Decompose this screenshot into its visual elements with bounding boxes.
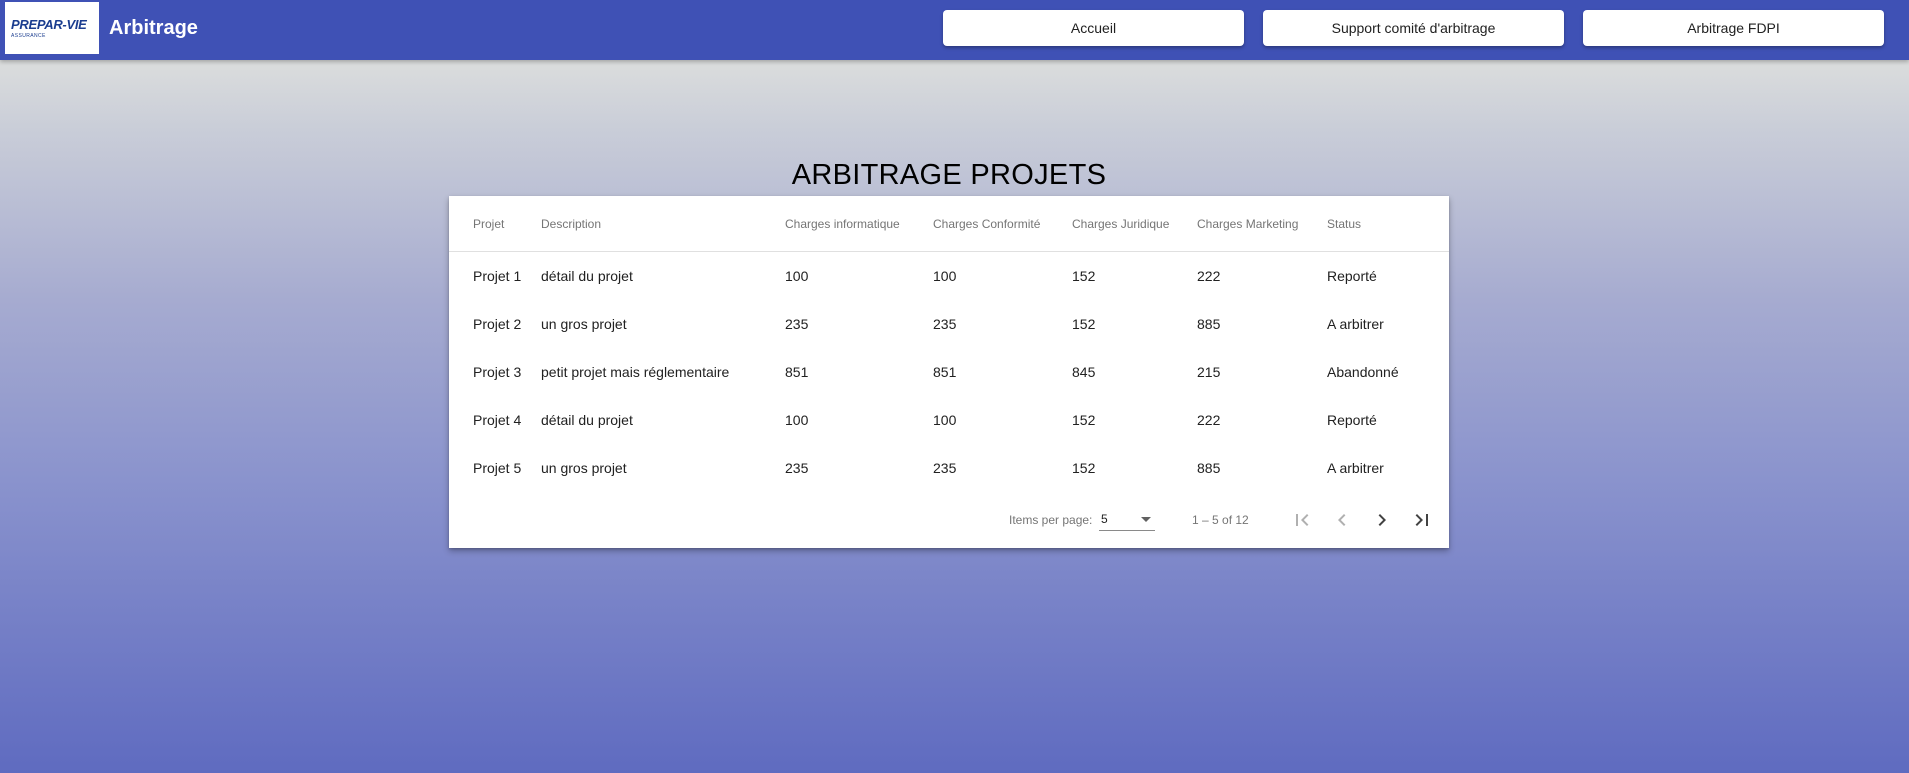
cell-charges-informatique: 851 [785, 364, 809, 380]
cell-charges-conformite: 235 [933, 460, 957, 476]
next-page-icon [1378, 514, 1386, 526]
cell-charges-juridique: 845 [1072, 364, 1096, 380]
cell-charges-conformite: 100 [933, 412, 957, 428]
cell-status: Reporté [1327, 412, 1377, 428]
column-header-description[interactable]: Description [541, 196, 601, 252]
column-header-charges-conformite[interactable]: Charges Conformité [933, 196, 1040, 252]
cell-status: Reporté [1327, 268, 1377, 284]
cell-charges-conformite: 100 [933, 268, 957, 284]
next-page-button[interactable] [1366, 504, 1398, 536]
cell-description: un gros projet [541, 460, 627, 476]
cell-charges-marketing: 222 [1197, 412, 1221, 428]
projects-table-card: Projet Description Charges informatique … [449, 196, 1449, 548]
cell-description: détail du projet [541, 268, 633, 284]
cell-projet: Projet 5 [473, 460, 522, 476]
logo-subtext: ASSURANCE [11, 32, 46, 39]
last-page-icon [1415, 514, 1428, 526]
cell-charges-conformite: 235 [933, 316, 957, 332]
table-row[interactable]: Projet 2 un gros projet 235 235 152 885 … [449, 300, 1449, 348]
column-header-projet[interactable]: Projet [473, 196, 504, 252]
page-size-value: 5 [1101, 512, 1108, 526]
table-paginator: Items per page: 5 1 – 5 of 12 [449, 492, 1449, 548]
cell-charges-juridique: 152 [1072, 268, 1096, 284]
cell-charges-juridique: 152 [1072, 460, 1096, 476]
cell-charges-marketing: 215 [1197, 364, 1221, 380]
first-page-button[interactable] [1286, 504, 1318, 536]
prepar-vie-logo: PREPAR-VIE ASSURANCE [5, 2, 99, 54]
column-header-charges-marketing[interactable]: Charges Marketing [1197, 196, 1298, 252]
cell-projet: Projet 1 [473, 268, 522, 284]
logo-text: PREPAR-VIE [11, 16, 87, 32]
cell-charges-marketing: 222 [1197, 268, 1221, 284]
nav-accueil-button[interactable]: Accueil [943, 10, 1244, 46]
previous-page-icon [1338, 514, 1346, 526]
cell-status: A arbitrer [1327, 316, 1384, 332]
app-title: Arbitrage [109, 17, 198, 39]
last-page-button[interactable] [1406, 504, 1438, 536]
items-per-page-label: Items per page: [1009, 513, 1093, 527]
nav-arbitrage-fdpi-button[interactable]: Arbitrage FDPI [1583, 10, 1884, 46]
cell-charges-juridique: 152 [1072, 412, 1096, 428]
cell-charges-informatique: 235 [785, 316, 809, 332]
top-toolbar: PREPAR-VIE ASSURANCE Arbitrage Accueil S… [0, 0, 1909, 60]
cell-charges-informatique: 235 [785, 460, 809, 476]
column-header-charges-juridique[interactable]: Charges Juridique [1072, 196, 1169, 252]
table-row[interactable]: Projet 1 détail du projet 100 100 152 22… [449, 252, 1449, 300]
cell-description: petit projet mais réglementaire [541, 364, 730, 380]
cell-description: un gros projet [541, 316, 627, 332]
cell-charges-marketing: 885 [1197, 460, 1221, 476]
cell-projet: Projet 3 [473, 364, 522, 380]
first-page-icon [1296, 514, 1309, 526]
cell-status: A arbitrer [1327, 460, 1384, 476]
page-range-label: 1 – 5 of 12 [1192, 513, 1249, 527]
cell-charges-informatique: 100 [785, 412, 809, 428]
cell-charges-conformite: 851 [933, 364, 957, 380]
table-row[interactable]: Projet 5 un gros projet 235 235 152 885 … [449, 444, 1449, 492]
cell-description: détail du projet [541, 412, 633, 428]
column-header-charges-informatique[interactable]: Charges informatique [785, 196, 900, 252]
previous-page-button[interactable] [1326, 504, 1358, 536]
column-header-status[interactable]: Status [1327, 196, 1361, 252]
cell-charges-juridique: 152 [1072, 316, 1096, 332]
page-size-select[interactable]: 5 [1099, 509, 1155, 531]
cell-projet: Projet 4 [473, 412, 522, 428]
cell-status: Abandonné [1327, 364, 1399, 380]
cell-projet: Projet 2 [473, 316, 522, 332]
page-title: ARBITRAGE PROJETS [791, 159, 1107, 191]
table-header-row: Projet Description Charges informatique … [449, 196, 1449, 252]
table-row[interactable]: Projet 4 détail du projet 100 100 152 22… [449, 396, 1449, 444]
dropdown-arrow-icon [1141, 517, 1151, 522]
cell-charges-informatique: 100 [785, 268, 809, 284]
cell-charges-marketing: 885 [1197, 316, 1221, 332]
nav-support-comite-button[interactable]: Support comité d'arbitrage [1263, 10, 1564, 46]
table-row[interactable]: Projet 3 petit projet mais réglementaire… [449, 348, 1449, 396]
